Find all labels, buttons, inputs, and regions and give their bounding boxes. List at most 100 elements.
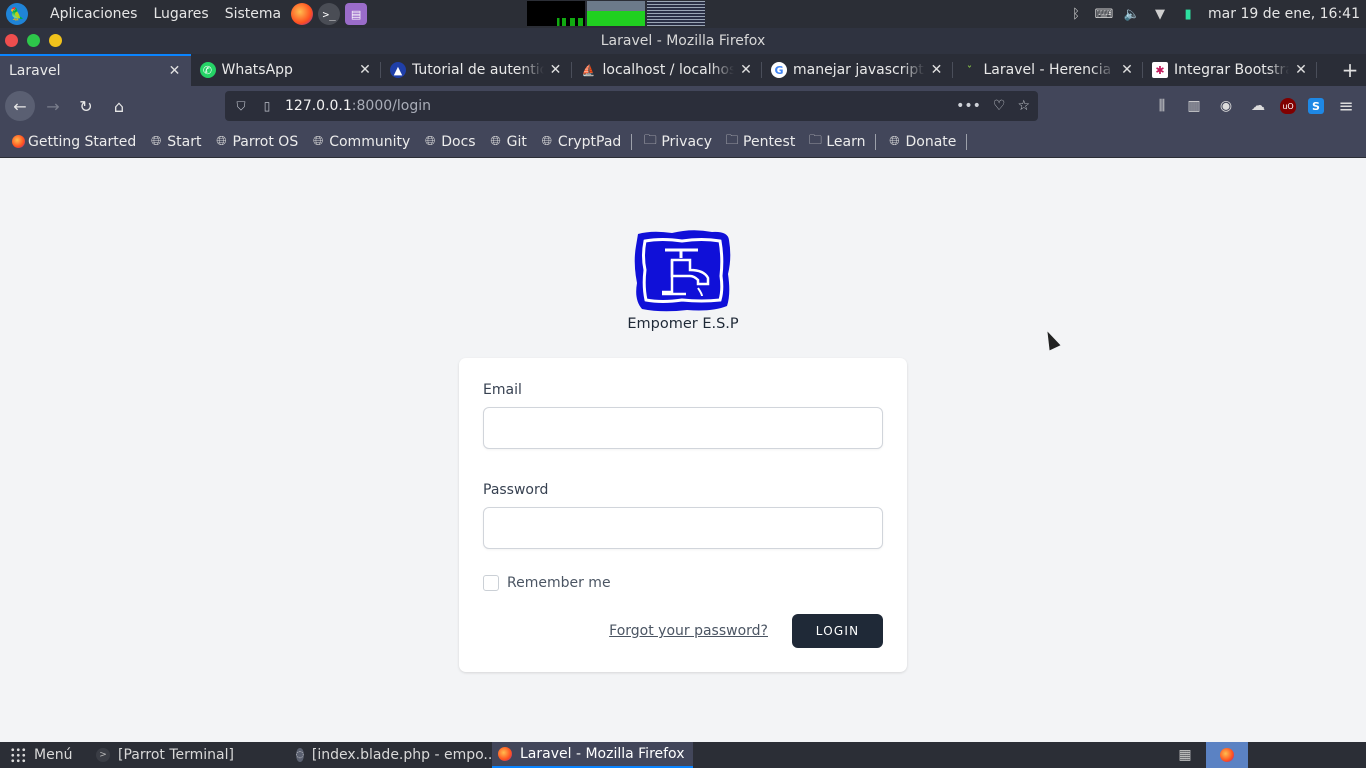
taskbar-menu-button[interactable]: Menú [0,747,90,763]
tab-label: Tutorial de autenticación [412,62,544,78]
tab-close-icon[interactable]: ✕ [929,62,945,78]
page-actions-icon[interactable]: ••• [956,98,981,114]
page-content: Empomer E.S.P Email Password Remember me… [0,158,1366,742]
tab-label: Laravel [9,63,61,79]
bookmark-donate[interactable]: 🌐︎ Donate [886,134,956,150]
cpu-monitor [527,1,585,26]
bookmark-getting-started[interactable]: Getting Started [12,134,136,150]
password-field[interactable] [483,507,883,549]
globe-icon: 🌐︎ [425,134,436,149]
tab-close-icon[interactable]: ✕ [357,62,373,78]
url-bar[interactable]: ⛉ ▯ 127.0.0.1:8000/login ••• ♡ ☆ [225,91,1038,121]
bookmark-docs[interactable]: 🌐︎ Docs [422,133,476,150]
workspace-2[interactable] [1206,742,1248,768]
email-field[interactable] [483,407,883,449]
keyboard-icon[interactable]: ⌨ [1095,6,1114,22]
tab-herencia[interactable]: ˇ Laravel - Herencia de ✕ [953,54,1144,86]
window-minimize-button[interactable] [49,34,62,47]
tab-close-icon[interactable]: ✕ [1119,62,1135,78]
tab-label: localhost / localhost [602,62,735,78]
ublock-icon[interactable]: uO [1280,98,1296,114]
bookmark-cryptpad[interactable]: 🌐︎ CryptPad [539,134,622,150]
bookmark-start[interactable]: 🌐︎ Start [148,134,201,150]
bookmark-parrot-os[interactable]: 🌐︎ Parrot OS [213,134,298,150]
system-tray: ᛒ ⌨ 🔈 ▼ ▮ mar 19 de ene, 16:41 [1068,0,1360,28]
bookmark-folder-privacy[interactable]: 🗀 Privacy [642,133,713,150]
parrot-logo-icon[interactable]: 🦜 [6,3,28,25]
remember-me-label[interactable]: Remember me [507,575,611,591]
battery-icon[interactable]: ▮ [1180,6,1196,22]
url-text[interactable]: 127.0.0.1:8000/login [285,98,431,114]
toolbar-right: ⫼ ▥ ◉ ☁ uO S ≡ [1152,86,1366,126]
tab-google[interactable]: G manejar javascript y ✕ [762,54,953,86]
tab-close-icon[interactable]: ✕ [548,62,564,78]
terminal-launcher-icon[interactable]: >_ [318,3,341,25]
pocket-icon[interactable]: ♡ [993,98,1006,114]
tab-close-icon[interactable]: ✕ [738,62,754,78]
firefox-launcher-icon[interactable] [291,3,314,25]
new-tab-button[interactable]: + [1334,54,1366,86]
task-editor[interactable]: ◌ [index.blade.php - empo... [290,742,497,768]
hamburger-menu-icon[interactable]: ≡ [1336,96,1356,117]
apps-grid-icon [10,747,26,763]
faucet-logo-icon[interactable] [632,228,734,314]
sidebar-icon[interactable]: ▥ [1184,96,1204,116]
menu-aplicaciones[interactable]: Aplicaciones [50,6,137,22]
task-label: [index.blade.php - empo... [311,747,497,763]
bookmark-separator [875,133,877,150]
remember-me-checkbox[interactable] [483,575,499,591]
taskbar: Menú > [Parrot Terminal] ◌ [index.blade.… [0,742,1366,768]
bookmark-label: Donate [905,133,957,150]
s-extension-icon[interactable]: S [1308,98,1324,114]
workspace-switcher: ▦ [1164,742,1248,768]
tab-close-icon[interactable]: ✕ [1293,62,1309,78]
bookmark-separator [966,133,968,150]
forward-button[interactable]: → [38,91,68,121]
brand: Empomer E.S.P [600,228,766,332]
bookmark-git[interactable]: 🌐︎ Git [488,134,526,150]
remember-me-row: Remember me [483,575,883,591]
bookmark-folder-pentest[interactable]: 🗀 Pentest [724,133,796,150]
window-close-button[interactable] [5,34,18,47]
menu-sistema[interactable]: Sistema [225,6,281,22]
login-button[interactable]: LOGIN [792,614,883,648]
phpmyadmin-icon: ⛵ [581,63,596,77]
extension-hat-icon[interactable]: ☁ [1248,96,1268,116]
account-icon[interactable]: ◉ [1216,96,1236,116]
volume-icon[interactable]: 🔈 [1124,6,1140,22]
tab-whatsapp[interactable]: ✆ WhatsApp ✕ [191,54,382,86]
brand-name: Empomer E.S.P [627,316,739,332]
wifi-icon[interactable]: ▼ [1152,6,1168,22]
page-icon[interactable]: ▯ [259,98,275,114]
window-titlebar: Laravel - Mozilla Firefox [0,28,1366,54]
bookmark-label: Learn [826,133,866,150]
bookmark-community[interactable]: 🌐︎ Community [310,134,410,150]
shield-icon[interactable]: ⛉ [233,98,249,114]
tab-bootstrap[interactable]: ✱ Integrar Bootstrap c ✕ [1143,54,1317,86]
forgot-password-link[interactable]: Forgot your password? [609,623,768,639]
clock[interactable]: mar 19 de ene, 16:41 [1208,6,1360,22]
bookmark-star-icon[interactable]: ☆ [1017,98,1030,114]
tab-tutorial[interactable]: ▲ Tutorial de autenticación ✕ [381,54,572,86]
memory-monitor [587,1,645,26]
task-parrot-terminal[interactable]: > [Parrot Terminal] [90,742,290,768]
reload-button[interactable]: ↻ [71,91,101,121]
window-maximize-button[interactable] [27,34,40,47]
bookmark-label: Privacy [661,133,713,150]
text-editor-launcher-icon[interactable]: ▤ [345,3,368,25]
menu-lugares[interactable]: Lugares [153,6,208,22]
task-firefox[interactable]: Laravel - Mozilla Firefox [492,742,693,768]
bluetooth-icon[interactable]: ᛒ [1068,6,1084,22]
url-path: :8000/login [351,98,431,114]
window-controls [5,34,62,47]
bookmark-folder-learn[interactable]: 🗀 Learn [807,133,866,150]
back-button[interactable]: ← [5,91,35,121]
tab-phpmyadmin[interactable]: ⛵ localhost / localhost ✕ [572,54,763,86]
home-button[interactable]: ⌂ [104,91,134,121]
bookmark-label: Docs [441,133,476,150]
library-icon[interactable]: ⫼ [1152,96,1172,116]
favicon-icon: ˇ [966,63,973,77]
tab-close-icon[interactable]: ✕ [167,63,183,79]
workspace-1[interactable]: ▦ [1164,742,1206,768]
tab-laravel[interactable]: Laravel ✕ [0,54,191,86]
